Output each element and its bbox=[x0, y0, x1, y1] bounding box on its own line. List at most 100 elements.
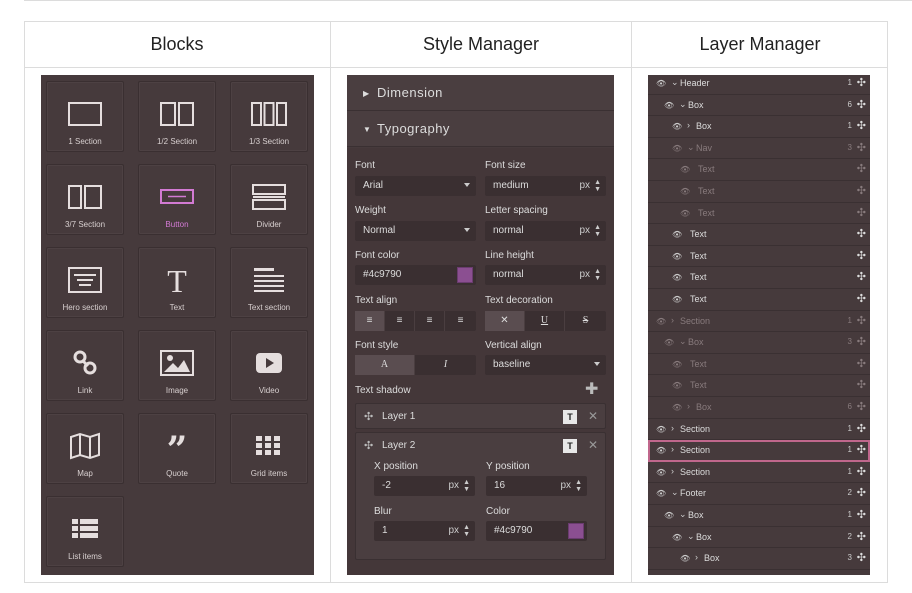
block-text[interactable]: T Text bbox=[138, 247, 216, 318]
eye-icon[interactable]: 👁 bbox=[680, 187, 690, 196]
line-height-input[interactable]: normal px ▲ ▼ bbox=[485, 265, 606, 285]
move-icon[interactable]: ✣ bbox=[364, 439, 373, 452]
eye-icon[interactable]: 👁 bbox=[656, 79, 666, 88]
move-icon[interactable]: ✣ bbox=[857, 292, 866, 305]
eye-icon[interactable]: 👁 bbox=[664, 338, 674, 347]
block-3-7-section[interactable]: 3/7 Section bbox=[46, 164, 124, 235]
unit-select[interactable]: px bbox=[560, 480, 571, 491]
strikethrough-icon[interactable]: S bbox=[565, 311, 606, 331]
block-video[interactable]: Video bbox=[230, 330, 308, 401]
layer-row[interactable]: 👁 › Section 1 ✣ bbox=[648, 461, 870, 484]
eye-icon[interactable]: 👁 bbox=[672, 533, 682, 542]
layer-row[interactable]: 👁 Text ✣ bbox=[648, 267, 870, 289]
move-icon[interactable]: ✣ bbox=[857, 162, 866, 175]
chevron-down-icon[interactable]: ⌄ bbox=[687, 531, 695, 542]
blur-input[interactable]: 1 px ▲ ▼ bbox=[374, 521, 475, 541]
align-justify-icon[interactable]: ≡ bbox=[445, 311, 476, 331]
close-icon[interactable]: ✕ bbox=[588, 409, 598, 423]
move-icon[interactable]: ✣ bbox=[857, 98, 866, 111]
font-style-italic-icon[interactable]: I bbox=[415, 355, 476, 375]
eye-icon[interactable]: 👁 bbox=[672, 122, 682, 131]
vertical-align-select[interactable]: baseline bbox=[485, 355, 606, 375]
move-icon[interactable]: ✣ bbox=[857, 270, 866, 283]
eye-icon[interactable]: 👁 bbox=[672, 252, 682, 261]
eye-icon[interactable]: 👁 bbox=[680, 554, 690, 563]
align-center-icon[interactable]: ≡ bbox=[385, 311, 415, 331]
layer-row[interactable]: 👁 › Section 1 ✣ bbox=[648, 310, 870, 333]
layer-row[interactable]: 👁 ⌄ Footer 2 ✣ bbox=[648, 483, 870, 505]
move-icon[interactable]: ✣ bbox=[857, 141, 866, 154]
close-icon[interactable]: ✕ bbox=[588, 438, 598, 452]
eye-icon[interactable]: 👁 bbox=[656, 468, 666, 477]
layer-row[interactable]: 👁 Text ✣ bbox=[648, 181, 870, 203]
y-position-input[interactable]: 16 px ▲ ▼ bbox=[486, 476, 587, 496]
layer-row[interactable]: 👁 › Box 6 ✣ bbox=[648, 397, 870, 419]
block-link[interactable]: Link bbox=[46, 330, 124, 401]
layer-row[interactable]: 👁 ⌄ Box 2 ✣ bbox=[648, 526, 870, 549]
eye-icon[interactable]: 👁 bbox=[672, 403, 682, 412]
chevron-down-icon[interactable]: ⌄ bbox=[671, 487, 679, 498]
block-list-items[interactable]: List items bbox=[46, 496, 124, 567]
layer-row[interactable]: 👁 Text ✣ bbox=[648, 224, 870, 246]
chevron-right-icon[interactable]: › bbox=[695, 552, 698, 562]
chevron-right-icon[interactable]: › bbox=[687, 120, 690, 130]
chevron-down-icon[interactable]: ⌄ bbox=[671, 77, 679, 88]
move-icon[interactable]: ✣ bbox=[857, 465, 866, 478]
stepper-icon[interactable]: ▲ ▼ bbox=[575, 479, 582, 493]
chevron-down-icon[interactable]: ⌄ bbox=[679, 99, 687, 110]
eye-icon[interactable]: 👁 bbox=[672, 144, 682, 153]
layer-row[interactable]: 👁 Text ✣ bbox=[648, 202, 870, 225]
chevron-down-icon[interactable]: ⌄ bbox=[679, 336, 687, 347]
layer-row[interactable]: 👁 Text ✣ bbox=[648, 289, 870, 311]
block-quote[interactable]: ” Quote bbox=[138, 413, 216, 484]
eye-icon[interactable]: 👁 bbox=[672, 360, 682, 369]
eye-icon[interactable]: 👁 bbox=[656, 425, 666, 434]
move-icon[interactable]: ✣ bbox=[857, 530, 866, 543]
sector-typography[interactable]: ▼ Typography bbox=[347, 111, 614, 147]
eye-icon[interactable]: 👁 bbox=[672, 295, 682, 304]
eye-icon[interactable]: 👁 bbox=[656, 446, 666, 455]
unit-select[interactable]: px bbox=[579, 225, 590, 236]
layer-row[interactable]: 👁 ⌄ Header 1 ✣ bbox=[648, 75, 870, 95]
shadow-layer-1[interactable]: ✣ Layer 1 T ✕ bbox=[355, 403, 606, 429]
chevron-right-icon[interactable]: › bbox=[671, 444, 674, 454]
color-swatch[interactable] bbox=[457, 267, 473, 283]
font-select[interactable]: Arial bbox=[355, 176, 476, 196]
block-divider[interactable]: Divider bbox=[230, 164, 308, 235]
stepper-icon[interactable]: ▲ ▼ bbox=[463, 524, 470, 538]
shadow-color-input[interactable]: #4c9790 bbox=[486, 521, 587, 541]
layer-row[interactable]: 👁 ⌄ Box 3 ✣ bbox=[648, 332, 870, 354]
unit-select[interactable]: px bbox=[579, 180, 590, 191]
layer-row[interactable]: 👁 Text ✣ bbox=[648, 159, 870, 181]
move-icon[interactable]: ✣ bbox=[857, 76, 866, 89]
move-icon[interactable]: ✣ bbox=[857, 249, 866, 262]
stepper-icon[interactable]: ▲ ▼ bbox=[594, 268, 601, 282]
move-icon[interactable]: ✣ bbox=[857, 443, 866, 456]
move-icon[interactable]: ✣ bbox=[857, 422, 866, 435]
block-button[interactable]: Button bbox=[138, 164, 216, 235]
move-icon[interactable]: ✣ bbox=[857, 508, 866, 521]
unit-select[interactable]: px bbox=[448, 480, 459, 491]
font-size-input[interactable]: medium px ▲ ▼ bbox=[485, 176, 606, 196]
layer-row[interactable]: 👁 › Section 1 ✣ bbox=[648, 440, 870, 462]
move-icon[interactable]: ✣ bbox=[857, 314, 866, 327]
block-image[interactable]: Image bbox=[138, 330, 216, 401]
move-icon[interactable]: ✣ bbox=[857, 119, 866, 132]
color-swatch[interactable] bbox=[568, 523, 584, 539]
move-icon[interactable]: ✣ bbox=[857, 184, 866, 197]
add-shadow-icon[interactable]: ✚ bbox=[585, 379, 598, 399]
layer-row[interactable]: 👁 › Box 1 ✣ bbox=[648, 116, 870, 138]
move-icon[interactable]: ✣ bbox=[857, 486, 866, 499]
move-icon[interactable]: ✣ bbox=[857, 335, 866, 348]
eye-icon[interactable]: 👁 bbox=[672, 381, 682, 390]
letter-spacing-input[interactable]: normal px ▲ ▼ bbox=[485, 221, 606, 241]
stepper-icon[interactable]: ▲ ▼ bbox=[594, 179, 601, 193]
layer-row[interactable]: 👁 ⌄ Box 6 ✣ bbox=[648, 94, 870, 117]
layer-row[interactable]: 👁 ⌄ Box 1 ✣ bbox=[648, 505, 870, 527]
chevron-right-icon[interactable]: › bbox=[671, 423, 674, 433]
block-grid-items[interactable]: Grid items bbox=[230, 413, 308, 484]
layer-row[interactable]: 👁 › Box 3 ✣ bbox=[648, 548, 870, 570]
align-right-icon[interactable]: ≡ bbox=[415, 311, 445, 331]
unit-select[interactable]: px bbox=[579, 269, 590, 280]
move-icon[interactable]: ✣ bbox=[857, 206, 866, 219]
